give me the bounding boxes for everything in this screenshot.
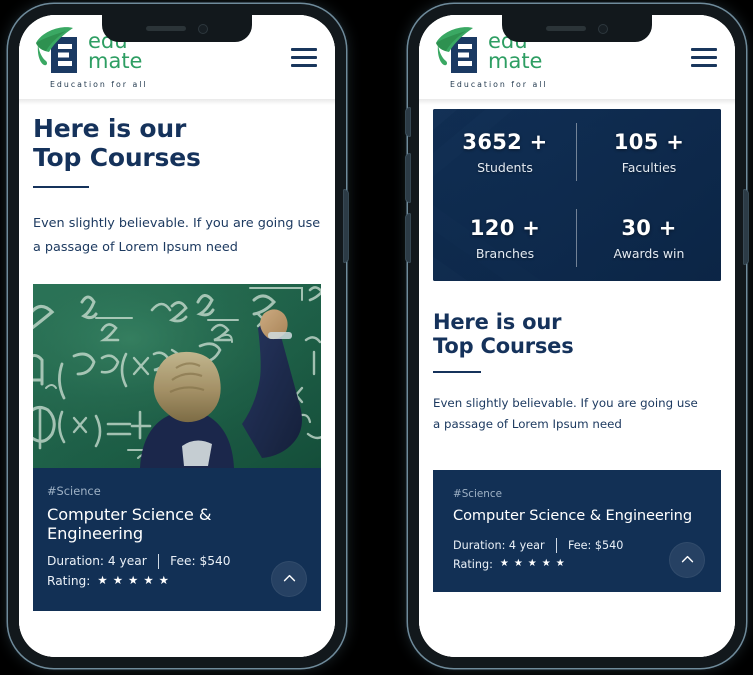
brand-name-line2: mate <box>88 48 143 73</box>
course-detail-separator <box>157 553 160 569</box>
menu-bar-2 <box>691 55 717 59</box>
volume-down-button-right-phone[interactable] <box>406 214 410 262</box>
earpiece-speaker-icon <box>146 26 186 31</box>
rating-star: ★ <box>128 572 139 587</box>
rating-star: ★ <box>158 572 169 587</box>
section-title-line1: Here is our <box>33 114 187 143</box>
stats-grid: 3652 + Students 105 + Faculties 120 + Br… <box>433 109 721 281</box>
rating-star: ★ <box>112 572 124 587</box>
chalkboard-photo <box>33 283 321 468</box>
scroll-to-top-button[interactable] <box>271 560 307 597</box>
section-title-line2: Top Courses <box>33 142 201 172</box>
course-rating-label: Rating: <box>47 573 91 588</box>
course-detail-separator <box>555 537 557 553</box>
app-body-left[interactable]: Here is our Top Courses Even slightly be… <box>19 99 335 657</box>
course-tag[interactable]: #Science <box>453 488 701 500</box>
course-title[interactable]: Computer Science & Engineering <box>47 505 307 543</box>
course-rating-label: Rating: <box>453 557 493 571</box>
rating-star: ★ <box>499 558 509 570</box>
scroll-to-top-button[interactable] <box>669 541 705 578</box>
course-fee: Fee: $540 <box>170 554 231 569</box>
menu-bar-2 <box>291 55 317 59</box>
stat-value: 105 + <box>613 129 685 154</box>
rating-star: ★ <box>541 558 551 570</box>
menu-bar-1 <box>291 47 317 51</box>
phone-notch-left <box>102 15 252 42</box>
course-duration-fee: Duration: 4 year Fee: $540 <box>453 537 701 553</box>
section-title-underline <box>433 370 481 374</box>
rating-star: ★ <box>143 572 154 587</box>
stat-students: 3652 + Students <box>433 109 577 195</box>
brand-tagline: Education for all <box>50 80 148 89</box>
rating-star: ★ <box>97 572 108 587</box>
course-card[interactable]: #Science Computer Science & Engineering … <box>33 283 321 611</box>
app-screen-left: edu mate Education for all Here is our T… <box>19 15 335 657</box>
course-tag[interactable]: #Science <box>47 484 307 498</box>
power-button-right-phone[interactable] <box>744 190 748 264</box>
earpiece-speaker-icon <box>546 26 586 31</box>
graduation-cap-icon <box>33 25 87 77</box>
course-fee: Fee: $540 <box>567 538 624 552</box>
stat-awards: 30 + Awards win <box>577 195 721 281</box>
rating-star: ★ <box>527 558 537 570</box>
section-top-courses: Here is our Top Courses Even slightly be… <box>33 99 321 260</box>
stat-label: Faculties <box>621 159 677 175</box>
phone-screen-right: edu mate Education for all 3652 + Studen… <box>419 15 735 657</box>
chevron-up-icon <box>283 575 295 582</box>
hamburger-menu-icon[interactable] <box>691 47 717 67</box>
course-duration-fee: Duration: 4 year Fee: $540 <box>47 553 307 569</box>
stat-value: 120 + <box>469 215 541 240</box>
front-camera-icon <box>598 23 608 34</box>
course-rating: Rating: ★ ★ ★ ★ ★ <box>47 574 307 588</box>
stats-panel: 3652 + Students 105 + Faculties 120 + Br… <box>433 109 721 281</box>
stat-value: 30 + <box>621 215 677 240</box>
section-title-line2: Top Courses <box>433 333 574 358</box>
stat-faculties: 105 + Faculties <box>577 109 721 195</box>
stat-label: Branches <box>475 245 535 261</box>
power-button-left-phone[interactable] <box>344 190 348 262</box>
silent-switch-right-phone[interactable] <box>406 108 410 136</box>
volume-up-button-right-phone[interactable] <box>406 154 410 202</box>
section-top-courses: Here is our Top Courses Even slightly be… <box>433 281 721 436</box>
rating-stars: ★ ★ ★ ★ ★ <box>97 572 169 587</box>
stat-label: Students <box>477 159 533 175</box>
course-card[interactable]: #Science Computer Science & Engineering … <box>433 469 721 592</box>
course-duration: Duration: 4 year <box>453 538 545 552</box>
section-title-line1: Here is our <box>433 310 562 334</box>
phone-notch-right <box>502 15 652 42</box>
course-image <box>33 283 321 468</box>
app-body-right[interactable]: 3652 + Students 105 + Faculties 120 + Br… <box>419 99 735 657</box>
phone-mockup-left: edu mate Education for all Here is our T… <box>8 4 348 668</box>
course-duration: Duration: 4 year <box>47 554 147 569</box>
section-description: Even slightly believable. If you are goi… <box>33 216 321 256</box>
hamburger-menu-icon[interactable] <box>291 47 317 67</box>
menu-bar-1 <box>691 47 717 51</box>
stat-label: Awards win <box>613 245 685 261</box>
brand-name-line2: mate <box>488 48 543 73</box>
section-title-underline <box>33 186 89 189</box>
course-title[interactable]: Computer Science & Engineering <box>453 507 701 524</box>
brand-tagline: Education for all <box>450 80 548 89</box>
phone-screen-left: edu mate Education for all Here is our T… <box>19 15 335 657</box>
rating-star: ★ <box>513 558 523 570</box>
menu-bar-3 <box>291 63 317 67</box>
chevron-up-icon <box>681 555 693 563</box>
rating-star: ★ <box>555 558 565 570</box>
rating-stars: ★ ★ ★ ★ ★ <box>500 559 565 569</box>
mockup-stage: edu mate Education for all Here is our T… <box>0 0 753 675</box>
stat-branches: 120 + Branches <box>433 195 577 281</box>
phone-mockup-right: edu mate Education for all 3652 + Studen… <box>406 4 748 668</box>
app-screen-right: edu mate Education for all 3652 + Studen… <box>419 15 735 657</box>
stat-value: 3652 + <box>462 129 548 154</box>
front-camera-icon <box>198 23 208 34</box>
section-description: Even slightly believable. If you are goi… <box>433 396 698 432</box>
course-rating: Rating: ★ ★ ★ ★ ★ <box>453 558 701 571</box>
graduation-cap-icon <box>433 25 487 77</box>
menu-bar-3 <box>691 63 717 67</box>
